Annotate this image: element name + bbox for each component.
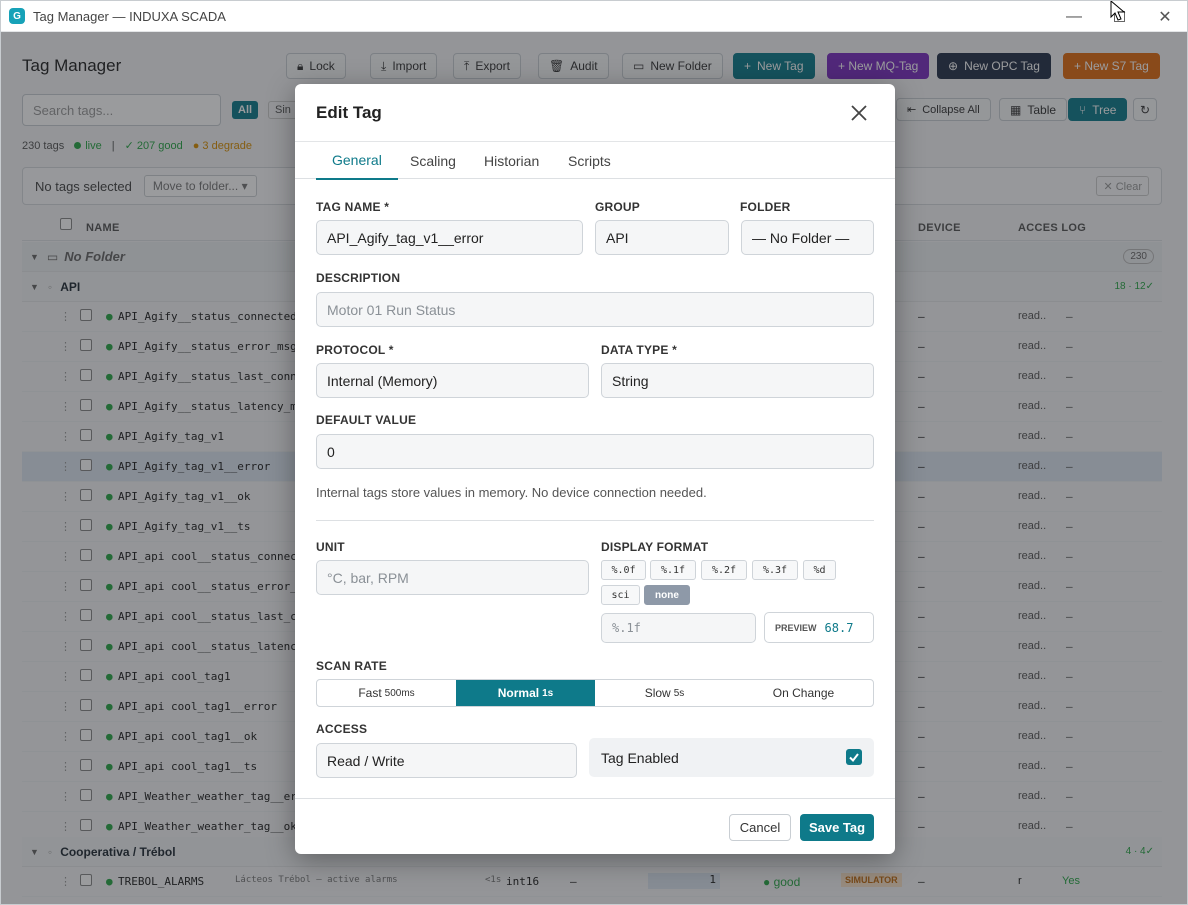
scan-slow-sub: 5s xyxy=(673,687,685,699)
group-label: GROUP xyxy=(595,200,641,214)
scan-normal-label: Normal xyxy=(497,686,540,700)
protocol-hint: Internal tags store values in memory. No… xyxy=(316,485,707,500)
scan-rate-slow[interactable]: Slow 5s xyxy=(595,680,734,706)
app-window: G Tag Manager — INDUXA SCADA — ✕ Tag Man… xyxy=(0,0,1188,905)
close-icon[interactable] xyxy=(848,102,870,124)
title-bar: G Tag Manager — INDUXA SCADA — ✕ xyxy=(1,1,1187,32)
check-icon xyxy=(849,753,859,763)
data-type-label: DATA TYPE * xyxy=(601,343,677,357)
tag-name-label: TAG NAME * xyxy=(316,200,390,214)
mouse-cursor-icon xyxy=(1110,1,1126,21)
unit-field[interactable]: °C, bar, RPM xyxy=(316,560,589,595)
access-label: ACCESS xyxy=(316,722,368,736)
scan-rate-fast[interactable]: Fast 500ms xyxy=(317,680,456,706)
protocol-label: PROTOCOL * xyxy=(316,343,394,357)
format-option-2f[interactable]: %.2f xyxy=(701,560,747,580)
edit-tag-dialog: Edit Tag General Scaling Historian Scrip… xyxy=(295,84,895,854)
format-option-none[interactable]: none xyxy=(644,585,690,605)
tag-name-field[interactable]: API_Agify_tag_v1__error xyxy=(316,220,583,255)
format-option-d[interactable]: %d xyxy=(803,560,836,580)
app-logo-icon: G xyxy=(9,8,25,24)
tag-enabled-checkbox[interactable] xyxy=(846,749,862,765)
preview-label: PREVIEW xyxy=(775,622,817,633)
minimize-icon[interactable]: — xyxy=(1051,1,1097,32)
scan-fast-sub: 500ms xyxy=(384,687,415,699)
format-option-0f[interactable]: %.0f xyxy=(601,560,646,580)
divider xyxy=(316,520,874,521)
scan-fast-label: Fast xyxy=(358,686,382,700)
display-format-label: DISPLAY FORMAT xyxy=(601,540,709,554)
format-option-3f[interactable]: %.3f xyxy=(752,560,798,580)
tab-scaling[interactable]: Scaling xyxy=(394,142,472,180)
tab-historian[interactable]: Historian xyxy=(468,142,555,180)
close-window-icon[interactable]: ✕ xyxy=(1142,1,1187,32)
format-option-sci[interactable]: sci xyxy=(601,585,640,605)
tab-general[interactable]: General xyxy=(316,142,398,180)
save-tag-button[interactable]: Save Tag xyxy=(800,814,874,841)
dialog-footer: Cancel Save Tag xyxy=(295,798,895,854)
access-select[interactable]: Read / Write xyxy=(316,743,577,778)
scan-rate-normal[interactable]: Normal 1s xyxy=(456,680,595,706)
scan-slow-label: Slow xyxy=(644,686,671,700)
default-value-field[interactable]: 0 xyxy=(316,434,874,469)
default-value-label: DEFAULT VALUE xyxy=(316,413,417,427)
scan-rate-label: SCAN RATE xyxy=(316,659,387,673)
unit-label: UNIT xyxy=(316,540,345,554)
scan-rate-selector: Fast 500ms Normal 1s Slow 5s On Change xyxy=(316,679,874,707)
dialog-tabs: General Scaling Historian Scripts xyxy=(295,141,895,180)
group-field[interactable]: API xyxy=(595,220,729,255)
cancel-button[interactable]: Cancel xyxy=(729,814,791,841)
data-type-select[interactable]: String xyxy=(601,363,874,398)
scan-normal-sub: 1s xyxy=(542,687,554,699)
description-field[interactable]: Motor 01 Run Status xyxy=(316,292,874,327)
scan-rate-on-change[interactable]: On Change xyxy=(734,680,873,706)
window-title: Tag Manager — INDUXA SCADA xyxy=(33,8,226,24)
preview-value: 68.7 xyxy=(824,620,854,635)
dialog-title: Edit Tag xyxy=(316,103,382,122)
protocol-select[interactable]: Internal (Memory) xyxy=(316,363,589,398)
custom-format-field[interactable]: %.1f xyxy=(601,613,756,643)
format-preview: PREVIEW 68.7 xyxy=(764,612,874,643)
tag-enabled-label: Tag Enabled xyxy=(601,749,679,766)
tag-enabled-toggle[interactable]: Tag Enabled xyxy=(589,738,874,777)
format-option-1f[interactable]: %.1f xyxy=(650,560,696,580)
description-label: DESCRIPTION xyxy=(316,271,401,285)
scan-onchange-label: On Change xyxy=(772,686,835,700)
folder-select[interactable]: — No Folder — xyxy=(741,220,874,255)
folder-label: FOLDER xyxy=(740,200,791,214)
tab-scripts[interactable]: Scripts xyxy=(552,142,627,180)
